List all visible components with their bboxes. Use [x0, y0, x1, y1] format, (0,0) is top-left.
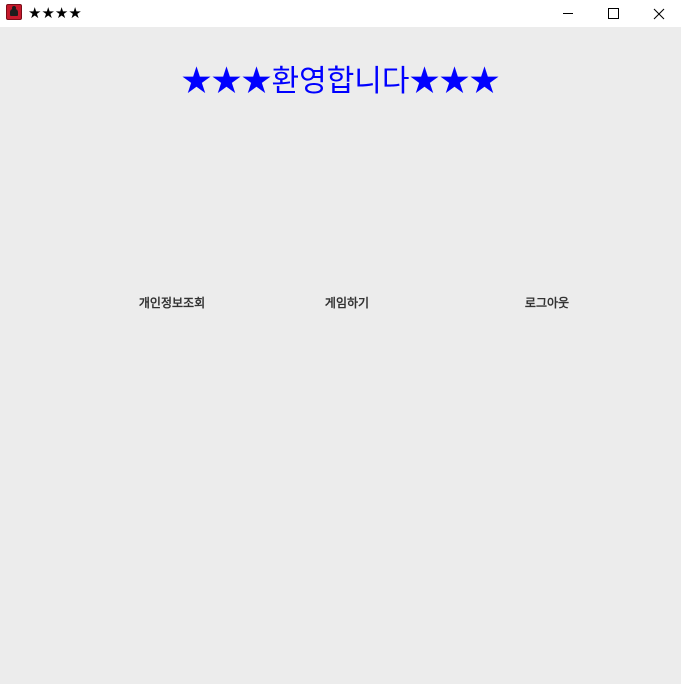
maximize-icon	[607, 8, 619, 19]
minimize-icon	[563, 13, 573, 14]
window-title: ★★★★	[28, 4, 82, 22]
app-icon	[6, 4, 22, 20]
view-profile-button[interactable]: 개인정보조회	[122, 292, 222, 312]
minimize-button[interactable]	[545, 0, 591, 27]
play-game-button[interactable]: 게임하기	[297, 292, 397, 312]
app-window: ★★★★ ★★★환영합니다★★★ 개인정보조회 게임하기 로그아웃	[0, 0, 681, 684]
maximize-button[interactable]	[590, 0, 636, 27]
close-icon	[653, 8, 665, 19]
logout-button[interactable]: 로그아웃	[497, 292, 597, 312]
title-bar[interactable]: ★★★★	[0, 0, 681, 27]
close-button[interactable]	[636, 0, 681, 27]
welcome-heading: ★★★환영합니다★★★	[181, 64, 500, 99]
